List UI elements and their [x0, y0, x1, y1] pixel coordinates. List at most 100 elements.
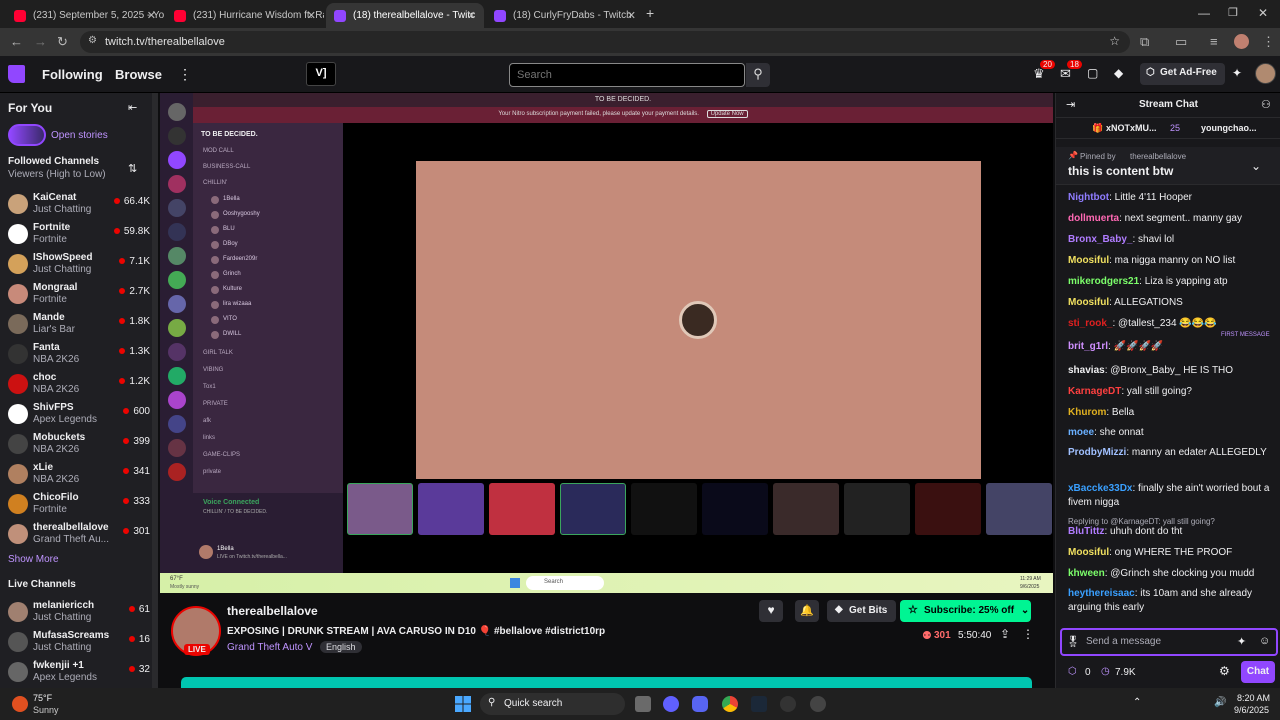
- chat-username[interactable]: Khurom: [1068, 407, 1106, 418]
- obs-icon[interactable]: [780, 696, 796, 712]
- game-link[interactable]: Grand Theft Auto V: [227, 642, 312, 653]
- browser-tab[interactable]: (231) September 5, 2025 - YouT ✕: [6, 3, 164, 28]
- chat-username[interactable]: ProdbyMizzi: [1068, 447, 1126, 458]
- tray-chevron-icon[interactable]: ⌃: [1133, 697, 1141, 708]
- channel-points-icon[interactable]: ⬡: [1068, 666, 1077, 677]
- chat-username[interactable]: khween: [1068, 568, 1105, 579]
- collapse-sidebar-icon[interactable]: ⇤: [128, 101, 137, 114]
- more-kebab-icon[interactable]: ⋮: [178, 66, 192, 83]
- chat-username[interactable]: Bronx_Baby_: [1068, 234, 1132, 245]
- chat-username[interactable]: xBaccke33Dx: [1068, 483, 1133, 494]
- taskbar-date[interactable]: 9/6/2025: [1234, 705, 1269, 715]
- taskbar-time[interactable]: 8:20 AM: [1237, 693, 1270, 703]
- chat-message[interactable]: Moosiful: ma nigga manny on NO list: [1068, 254, 1278, 268]
- settings-app-icon[interactable]: [810, 696, 826, 712]
- reload-icon[interactable]: ↻: [57, 34, 68, 50]
- volume-icon[interactable]: 🔊: [1214, 697, 1226, 708]
- chat-username[interactable]: Nightbot: [1068, 192, 1109, 203]
- extensions-icon[interactable]: ⧉: [1140, 34, 1149, 50]
- chat-username[interactable]: Moosiful: [1068, 255, 1109, 266]
- close-icon[interactable]: ✕: [307, 9, 316, 22]
- chat-message[interactable]: khween: @Grinch she clocking you mudd: [1068, 567, 1278, 581]
- profile-avatar[interactable]: [1234, 34, 1249, 49]
- language-tag[interactable]: English: [320, 641, 362, 653]
- maximize-icon[interactable]: ❐: [1228, 6, 1238, 19]
- minimize-icon[interactable]: —: [1198, 6, 1210, 20]
- collapse-chat-icon[interactable]: ⇥: [1066, 98, 1075, 111]
- chat-message[interactable]: KarnageDT: yall still going?: [1068, 385, 1278, 399]
- chat-message[interactable]: ProdbyMizzi: manny an edater ALLEGEDLY: [1068, 446, 1278, 460]
- crown-icon[interactable]: ✦: [1232, 66, 1242, 80]
- search-input[interactable]: [509, 63, 745, 87]
- downloads-icon[interactable]: ≡: [1210, 34, 1218, 49]
- sidebar-channel[interactable]: IShowSpeed Just Chatting 7.1K: [8, 252, 154, 282]
- chat-badge-icon[interactable]: 🎖: [1066, 635, 1080, 648]
- close-icon[interactable]: ✕: [467, 9, 476, 22]
- sidebar-channel[interactable]: ShivFPS Apex Legends 600: [8, 402, 154, 432]
- share-icon[interactable]: ⇪: [1000, 627, 1010, 641]
- chat-message[interactable]: mikerodgers21: Liza is yapping atp: [1068, 275, 1278, 289]
- new-tab-button[interactable]: +: [646, 5, 654, 21]
- subscribe-button[interactable]: ☆ Subscribe: 25% off ⌄: [900, 600, 1031, 622]
- chat-username[interactable]: Moosiful: [1068, 547, 1109, 558]
- sidebar-channel[interactable]: Fanta NBA 2K26 1.3K: [8, 342, 154, 372]
- chat-username[interactable]: mikerodgers21: [1068, 276, 1139, 287]
- chat-message[interactable]: moee: she onnat: [1068, 426, 1278, 440]
- close-icon[interactable]: ✕: [147, 9, 156, 22]
- chat-settings-icon[interactable]: ⚙: [1219, 664, 1230, 678]
- sidebar-channel[interactable]: choc NBA 2K26 1.2K: [8, 372, 154, 402]
- chat-input[interactable]: 🎖 Send a message ✦ ☺: [1060, 628, 1278, 656]
- browser-tab-active[interactable]: (18) therealbellalove - Twitc ✕: [326, 3, 484, 28]
- twitch-logo-icon[interactable]: [8, 65, 25, 83]
- sidebar-channel[interactable]: MufasaScreams Just Chatting 16: [8, 630, 154, 660]
- chat-message[interactable]: dollmuerta: next segment.. manny gay: [1068, 212, 1278, 226]
- chat-message[interactable]: Nightbot: Little 4'11 Hooper: [1068, 191, 1278, 205]
- emote-icon[interactable]: ✦: [1237, 635, 1246, 648]
- media-app-icon[interactable]: [663, 696, 679, 712]
- forward-icon[interactable]: →: [34, 34, 47, 49]
- menu-kebab-icon[interactable]: ⋮: [1262, 34, 1275, 50]
- more-options-icon[interactable]: ⋮: [1022, 627, 1034, 641]
- sidebar-channel[interactable]: Fortnite Fortnite 59.8K: [8, 222, 154, 252]
- get-bits-button[interactable]: ◆ Get Bits: [827, 600, 897, 622]
- sidepanel-icon[interactable]: ▭: [1175, 34, 1187, 50]
- nav-following[interactable]: Following: [42, 67, 103, 82]
- close-icon[interactable]: ✕: [627, 9, 636, 22]
- chat-username[interactable]: moee: [1068, 427, 1094, 438]
- bits-icon[interactable]: ◆: [1114, 66, 1123, 80]
- sidebar-channel[interactable]: xLie NBA 2K26 341: [8, 462, 154, 492]
- browser-tab[interactable]: (18) CurlyFryDabs - Twitch ✕: [486, 3, 644, 28]
- taskbar-weather[interactable]: 75°F: [33, 693, 52, 703]
- chat-message[interactable]: Bronx_Baby_: shavi lol: [1068, 233, 1278, 247]
- weather-icon[interactable]: [12, 696, 28, 712]
- sidebar-channel[interactable]: Mobuckets NBA 2K26 399: [8, 432, 154, 462]
- sidebar-channel[interactable]: fwkenjii +1 Apex Legends 32: [8, 660, 154, 690]
- sidebar-channel[interactable]: melaniericch Just Chatting 61: [8, 600, 154, 630]
- stories-avatars[interactable]: [8, 124, 46, 146]
- chat-message[interactable]: sti_rook_: @tallest_234 😂😂😂: [1068, 317, 1278, 331]
- chat-username[interactable]: heythereisaac: [1068, 588, 1135, 599]
- emote-picker-icon[interactable]: ☺: [1259, 635, 1270, 647]
- browser-tab[interactable]: (231) Hurricane Wisdom ft. Rag ✕: [166, 3, 324, 28]
- back-icon[interactable]: ←: [10, 34, 23, 49]
- discord-icon[interactable]: [692, 696, 708, 712]
- nav-browse[interactable]: Browse: [115, 67, 162, 82]
- top-user-2[interactable]: youngchao...: [1201, 123, 1257, 133]
- taskbar-search[interactable]: ⚲ Quick search: [480, 693, 625, 715]
- chat-username[interactable]: Moosiful: [1068, 297, 1109, 308]
- follow-heart-button[interactable]: ♥: [759, 600, 783, 622]
- whispers-icon[interactable]: ▢: [1087, 66, 1098, 80]
- window-close-icon[interactable]: ✕: [1258, 6, 1268, 20]
- sidebar-channel[interactable]: ChicoFilo Fortnite 333: [8, 492, 154, 522]
- top-gifter[interactable]: xNOTxMU...: [1106, 123, 1157, 133]
- chat-message[interactable]: BluTittz: uhuh dont do tht: [1068, 525, 1278, 539]
- sidebar-channel[interactable]: KaiCenat Just Chatting 66.4K: [8, 192, 154, 222]
- chat-send-button[interactable]: Chat: [1241, 661, 1275, 683]
- task-view-icon[interactable]: [635, 696, 651, 712]
- bits-balance-icon[interactable]: ◷: [1101, 666, 1110, 677]
- chat-message[interactable]: Moosiful: ong WHERE THE PROOF: [1068, 546, 1278, 560]
- sidebar-channel[interactable]: Mande Liar's Bar 1.8K: [8, 312, 154, 342]
- show-more-link[interactable]: Show More: [8, 554, 59, 565]
- get-ad-free-button[interactable]: ⬡ Get Ad-Free: [1140, 63, 1225, 85]
- chat-message[interactable]: brit_g1rl: 🚀🚀🚀🚀: [1068, 340, 1278, 354]
